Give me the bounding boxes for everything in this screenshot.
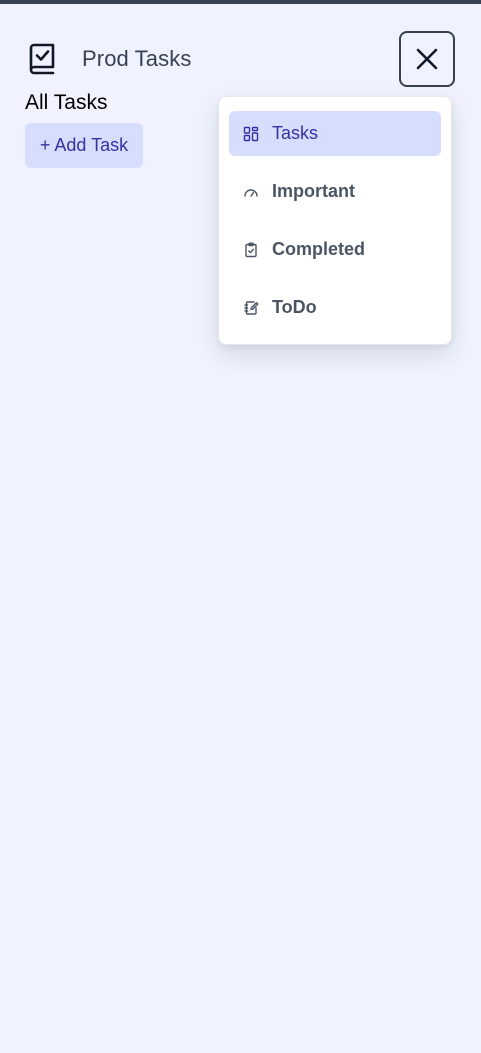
close-icon: [416, 48, 438, 70]
menu-item-completed[interactable]: Completed: [229, 227, 441, 272]
close-menu-button[interactable]: [399, 31, 455, 87]
gauge-icon: [244, 188, 258, 197]
notebook-edit-icon: [244, 300, 259, 315]
menu-item-important[interactable]: Important: [229, 169, 441, 214]
brand: Prod Tasks: [26, 42, 191, 76]
grid-icon: [243, 126, 259, 141]
add-task-button[interactable]: + Add Task: [25, 123, 143, 168]
clipboard-check-icon: [245, 242, 257, 257]
menu-item-tasks[interactable]: Tasks: [229, 111, 441, 156]
menu-item-label: Important: [272, 181, 355, 201]
menu-item-label: ToDo: [272, 297, 317, 317]
menu-item-todo[interactable]: ToDo: [229, 285, 441, 330]
navigation-dropdown: Tasks Important Completed ToDo: [218, 96, 452, 345]
top-edge-bar: [0, 0, 481, 4]
menu-item-label: Completed: [272, 239, 366, 259]
app-name: Prod Tasks: [82, 46, 192, 71]
menu-item-label: Tasks: [272, 123, 319, 143]
task-book-icon: [29, 43, 55, 75]
page-title: All Tasks: [25, 91, 108, 114]
